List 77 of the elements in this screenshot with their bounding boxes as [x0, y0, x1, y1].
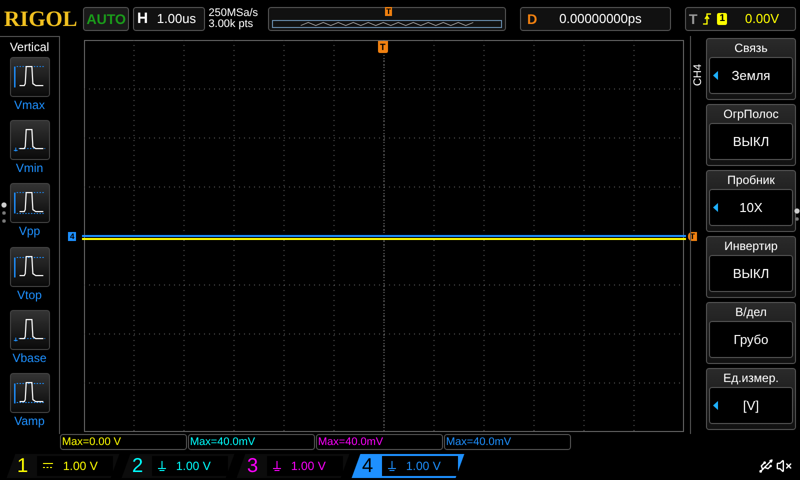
page-indicator-icon	[1, 202, 7, 224]
channel-tab[interactable]: 4 1.00 V	[352, 454, 464, 478]
measurement-button[interactable]	[10, 120, 50, 160]
trigger-label: T	[688, 10, 698, 28]
dc-coupling-icon	[43, 462, 53, 470]
measurement-label: Vmax	[14, 97, 45, 113]
ground-icon	[273, 461, 281, 471]
page-indicator-icon	[794, 208, 800, 222]
softkey-title: Инвертир	[724, 238, 778, 255]
measurement-readout: Max=40.0mV	[188, 434, 315, 450]
channel-marker: 4	[68, 232, 76, 241]
left-arrow-icon	[713, 203, 718, 212]
usb-icon	[758, 458, 774, 474]
softkey-title: ОгрПолос	[723, 106, 779, 123]
trigger-source: 1	[717, 13, 728, 25]
channel-number: 3	[247, 455, 260, 477]
measurement-button[interactable]	[10, 183, 50, 224]
channel-number: 2	[132, 455, 144, 477]
memory-depth: 3.00k pts	[208, 19, 254, 30]
measurement-label: Vbase	[12, 350, 47, 366]
trigger-level: 0.00V	[744, 10, 779, 28]
softkey-title: В/дел	[735, 304, 767, 321]
measurement-button[interactable]	[10, 310, 50, 350]
trigger-position-marker: T	[378, 41, 388, 53]
channel-scale: 1.00 V	[406, 458, 441, 475]
menu-softkey[interactable]: Инвертир ВЫКЛ	[706, 236, 796, 298]
measurement-readout: Max=0.00 V	[60, 434, 187, 450]
menu-title: Vertical	[10, 39, 50, 55]
delay-value: 0.00000000ps	[558, 10, 642, 28]
softkey-value: Грубо	[734, 330, 768, 349]
measurement-label: Vpp	[18, 223, 40, 240]
measurement-label: Vmin	[16, 160, 44, 176]
channel-scale: 1.00 V	[63, 458, 98, 475]
timebase-label: H	[136, 8, 149, 29]
channel-label: CH4	[692, 64, 704, 86]
channel-scale: 1.00 V	[176, 458, 211, 475]
softkey-title: Ед.измер.	[723, 370, 779, 387]
sample-rate: 250MSa/s	[208, 8, 260, 19]
rising-edge-icon	[703, 13, 712, 25]
softkey-value: [V]	[743, 396, 759, 415]
timebase-box[interactable]: H 1.00us	[133, 7, 205, 31]
ground-icon	[388, 461, 396, 471]
channel-tab[interactable]: 2 1.00 V	[122, 454, 234, 478]
mute-icon	[776, 458, 792, 474]
measurement-button[interactable]	[10, 246, 50, 287]
menu-softkey[interactable]: Пробник 10X	[706, 170, 796, 232]
measurement-button[interactable]	[10, 372, 50, 413]
measurement-button[interactable]	[10, 57, 50, 97]
measurement-readout: Max=40.0mV	[316, 434, 443, 450]
measurement-label: Vtop	[17, 286, 42, 303]
channel-tab[interactable]: 1 1.00 V	[6, 454, 120, 478]
measurement-label: Vamp	[14, 412, 45, 429]
softkey-title: Связь	[734, 40, 768, 57]
menu-softkey[interactable]: В/дел Грубо	[706, 302, 796, 364]
softkey-value: ВЫКЛ	[732, 132, 770, 151]
softkey-value: 10X	[739, 198, 763, 217]
channel-tab[interactable]: 3 1.00 V	[236, 454, 350, 478]
left-arrow-icon	[713, 401, 718, 410]
softkey-title: Пробник	[727, 172, 775, 189]
channel-number: 4	[362, 455, 374, 477]
run-status[interactable]: AUTO	[83, 7, 130, 31]
menu-softkey[interactable]: Связь Земля	[706, 38, 796, 100]
delay-label: D	[526, 10, 538, 28]
channel-scale: 1.00 V	[291, 458, 326, 475]
timebase-value: 1.00us	[156, 10, 196, 28]
menu-softkey[interactable]: ОгрПолос ВЫКЛ	[706, 104, 796, 166]
trigger-box[interactable]: T 1 0.00V	[684, 7, 796, 31]
left-arrow-icon	[713, 71, 718, 80]
delay-box[interactable]: D 0.00000000ps	[520, 7, 671, 31]
brand-logo: RIGOL	[4, 8, 78, 30]
ground-icon	[158, 461, 166, 471]
measurement-readout: Max=40.0mV	[444, 434, 571, 450]
menu-softkey[interactable]: Ед.измер. [V]	[706, 368, 796, 430]
softkey-value: Земля	[732, 66, 770, 85]
trigger-position-marker: T	[385, 7, 392, 16]
softkey-value: ВЫКЛ	[732, 264, 770, 283]
channel-number: 1	[17, 455, 30, 477]
